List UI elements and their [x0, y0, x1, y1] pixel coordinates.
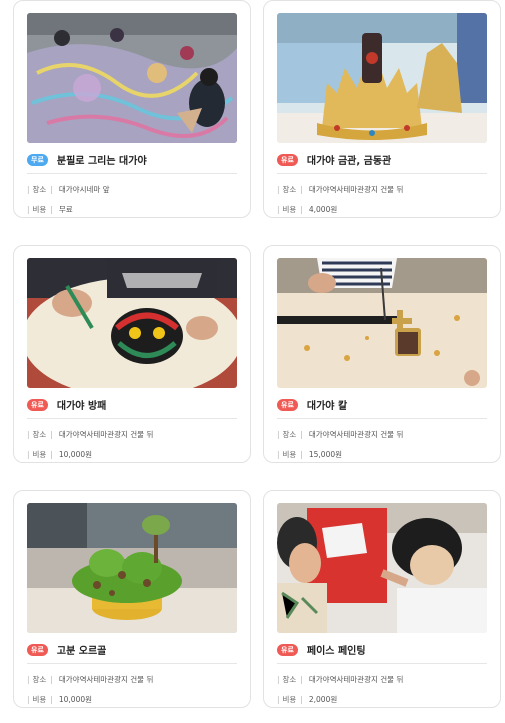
cost-row: | 비용 | 10,000원	[27, 695, 93, 704]
location-row: | 장소 | 대가야역사테마관광지 건물 뒤	[277, 430, 404, 439]
program-card-face-painting[interactable]: 유료 페이스 페인팅 | 장소 | 대가야역사테마관광지 건물 뒤 | 비용 | 2,0…	[263, 490, 501, 708]
cost-label: 비용	[32, 450, 47, 459]
cost-label: 비용	[282, 695, 297, 704]
card-divider	[277, 418, 487, 419]
location-row: | 장소 | 대가야역사테마관광지 건물 뒤	[277, 185, 404, 194]
cost-label: 비용	[32, 205, 47, 214]
card-title: 대가야 금관, 금동관	[306, 156, 392, 167]
cost-value: 2,000원	[308, 695, 338, 704]
status-badge: 유료	[277, 398, 298, 411]
chalk-drawing-photo	[27, 13, 237, 143]
location-value: 대가야역사테마관광지 건물 뒤	[58, 430, 154, 439]
status-badge: 유료	[277, 153, 298, 166]
card-title: 페이스 페인팅	[306, 646, 366, 657]
sword-craft-photo	[277, 258, 487, 388]
cost-value: 15,000원	[308, 450, 343, 459]
cost-row: | 비용 | 2,000원	[277, 695, 338, 704]
cost-value: 4,000원	[308, 205, 338, 214]
program-card-shield[interactable]: 유료 대가야 방패 | 장소 | 대가야역사테마관광지 건물 뒤 | 비용 | 10,0…	[13, 245, 251, 463]
location-label: 장소	[282, 185, 297, 194]
program-card-sword[interactable]: 유료 대가야 칼 | 장소 | 대가야역사테마관광지 건물 뒤 | 비용 | 15,00…	[263, 245, 501, 463]
location-value: 대가야역사테마관광지 건물 뒤	[308, 430, 404, 439]
tomb-music-box-photo	[27, 503, 237, 633]
card-title: 분필로 그리는 대가야	[56, 156, 147, 167]
cost-value: 10,000원	[58, 695, 93, 704]
card-divider	[27, 173, 237, 174]
status-badge: 무료	[27, 153, 48, 166]
card-title: 대가야 방패	[56, 401, 107, 412]
cost-value: 10,000원	[58, 450, 93, 459]
location-value: 대가야시네마 앞	[58, 185, 110, 194]
location-label: 장소	[32, 430, 47, 439]
cost-value: 무료	[58, 205, 73, 214]
cost-row: | 비용 | 무료	[27, 205, 73, 214]
program-card-crown[interactable]: 유료 대가야 금관, 금동관 | 장소 | 대가야역사테마관광지 건물 뒤 | 비용 |…	[263, 0, 501, 218]
location-label: 장소	[32, 675, 47, 684]
shield-painting-photo	[27, 258, 237, 388]
gold-crown-photo	[277, 13, 487, 143]
face-painting-photo	[277, 503, 487, 633]
cost-row: | 비용 | 10,000원	[27, 450, 93, 459]
location-value: 대가야역사테마관광지 건물 뒤	[58, 675, 154, 684]
location-row: | 장소 | 대가야역사테마관광지 건물 뒤	[277, 675, 404, 684]
cost-label: 비용	[32, 695, 47, 704]
cost-row: | 비용 | 15,000원	[277, 450, 343, 459]
status-badge: 유료	[27, 643, 48, 656]
location-row: | 장소 | 대가야역사테마관광지 건물 뒤	[27, 430, 154, 439]
cost-label: 비용	[282, 450, 297, 459]
card-title: 대가야 칼	[306, 401, 348, 412]
location-label: 장소	[282, 430, 297, 439]
location-row: | 장소 | 대가야역사테마관광지 건물 뒤	[27, 675, 154, 684]
cost-row: | 비용 | 4,000원	[277, 205, 338, 214]
card-divider	[27, 663, 237, 664]
cost-label: 비용	[282, 205, 297, 214]
program-card-music-box[interactable]: 유료 고분 오르골 | 장소 | 대가야역사테마관광지 건물 뒤 | 비용 | 10,0…	[13, 490, 251, 708]
status-badge: 유료	[277, 643, 298, 656]
location-label: 장소	[282, 675, 297, 684]
card-divider	[27, 418, 237, 419]
program-card-chalk[interactable]: 무료 분필로 그리는 대가야 | 장소 | 대가야시네마 앞 | 비용 | 무료	[13, 0, 251, 218]
location-value: 대가야역사테마관광지 건물 뒤	[308, 675, 404, 684]
card-divider	[277, 173, 487, 174]
status-badge: 유료	[27, 398, 48, 411]
location-row: | 장소 | 대가야시네마 앞	[27, 185, 110, 194]
location-value: 대가야역사테마관광지 건물 뒤	[308, 185, 404, 194]
card-title: 고분 오르골	[56, 646, 107, 657]
card-divider	[277, 663, 487, 664]
location-label: 장소	[32, 185, 47, 194]
